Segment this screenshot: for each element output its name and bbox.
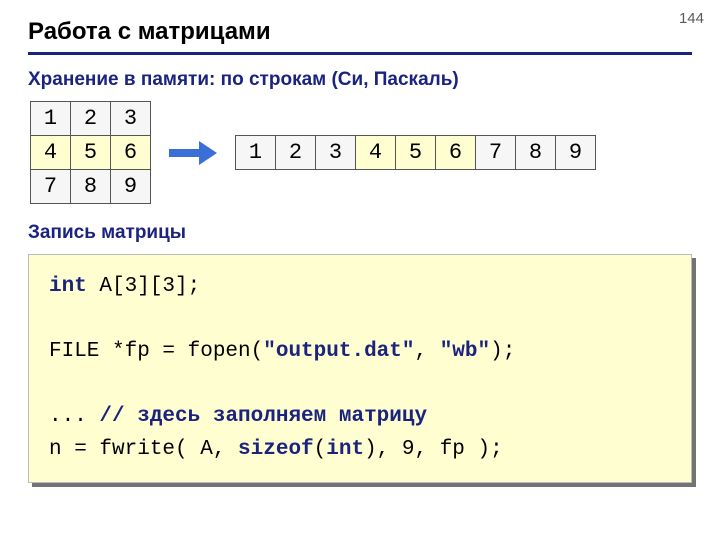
matrix-cell: 4 [31,136,71,170]
code-comment: // здесь заполняем матрицу [99,405,427,428]
matrix-cell: 6 [111,136,151,170]
code-text: n = fwrite( A, [49,438,238,461]
code-text: , [414,340,439,363]
subhead-storage: Хранение в памяти: по строкам (Си, Паска… [28,69,692,91]
subhead-write: Запись матрицы [28,222,692,244]
matrix-cell: 9 [111,170,151,204]
code-text: ( [314,438,327,461]
matrix-linear: 1 2 3 4 5 6 7 8 9 [235,135,596,170]
linear-cell: 9 [556,136,596,170]
page-number: 144 [679,10,704,27]
code-text: ), 9, fp ); [364,438,503,461]
matrix-cell: 8 [71,170,111,204]
code-string: "wb" [440,340,490,363]
matrix-illustration: 1 2 3 4 5 6 7 8 9 1 2 3 4 5 6 7 8 [30,101,692,204]
arrow-right-icon [169,141,217,165]
linear-cell: 2 [276,136,316,170]
matrix-cell: 5 [71,136,111,170]
code-text: FILE *fp = fopen( [49,340,263,363]
code-text: ... [49,405,99,428]
code-keyword: int [326,438,364,461]
code-block: int A[3][3]; FILE *fp = fopen("output.da… [28,254,692,483]
matrix-3x3: 1 2 3 4 5 6 7 8 9 [30,101,151,204]
code-text: A[3][3]; [87,275,200,298]
page-title: Работа с матрицами [28,18,692,55]
linear-cell: 1 [236,136,276,170]
linear-cell: 3 [316,136,356,170]
code-keyword: sizeof [238,438,314,461]
linear-cell: 6 [436,136,476,170]
linear-cell: 5 [396,136,436,170]
code-string: "output.dat" [263,340,414,363]
matrix-cell: 1 [31,102,71,136]
code-text: ); [490,340,515,363]
linear-cell: 4 [356,136,396,170]
linear-cell: 7 [476,136,516,170]
matrix-cell: 2 [71,102,111,136]
matrix-cell: 7 [31,170,71,204]
code-keyword: int [49,275,87,298]
matrix-cell: 3 [111,102,151,136]
linear-cell: 8 [516,136,556,170]
